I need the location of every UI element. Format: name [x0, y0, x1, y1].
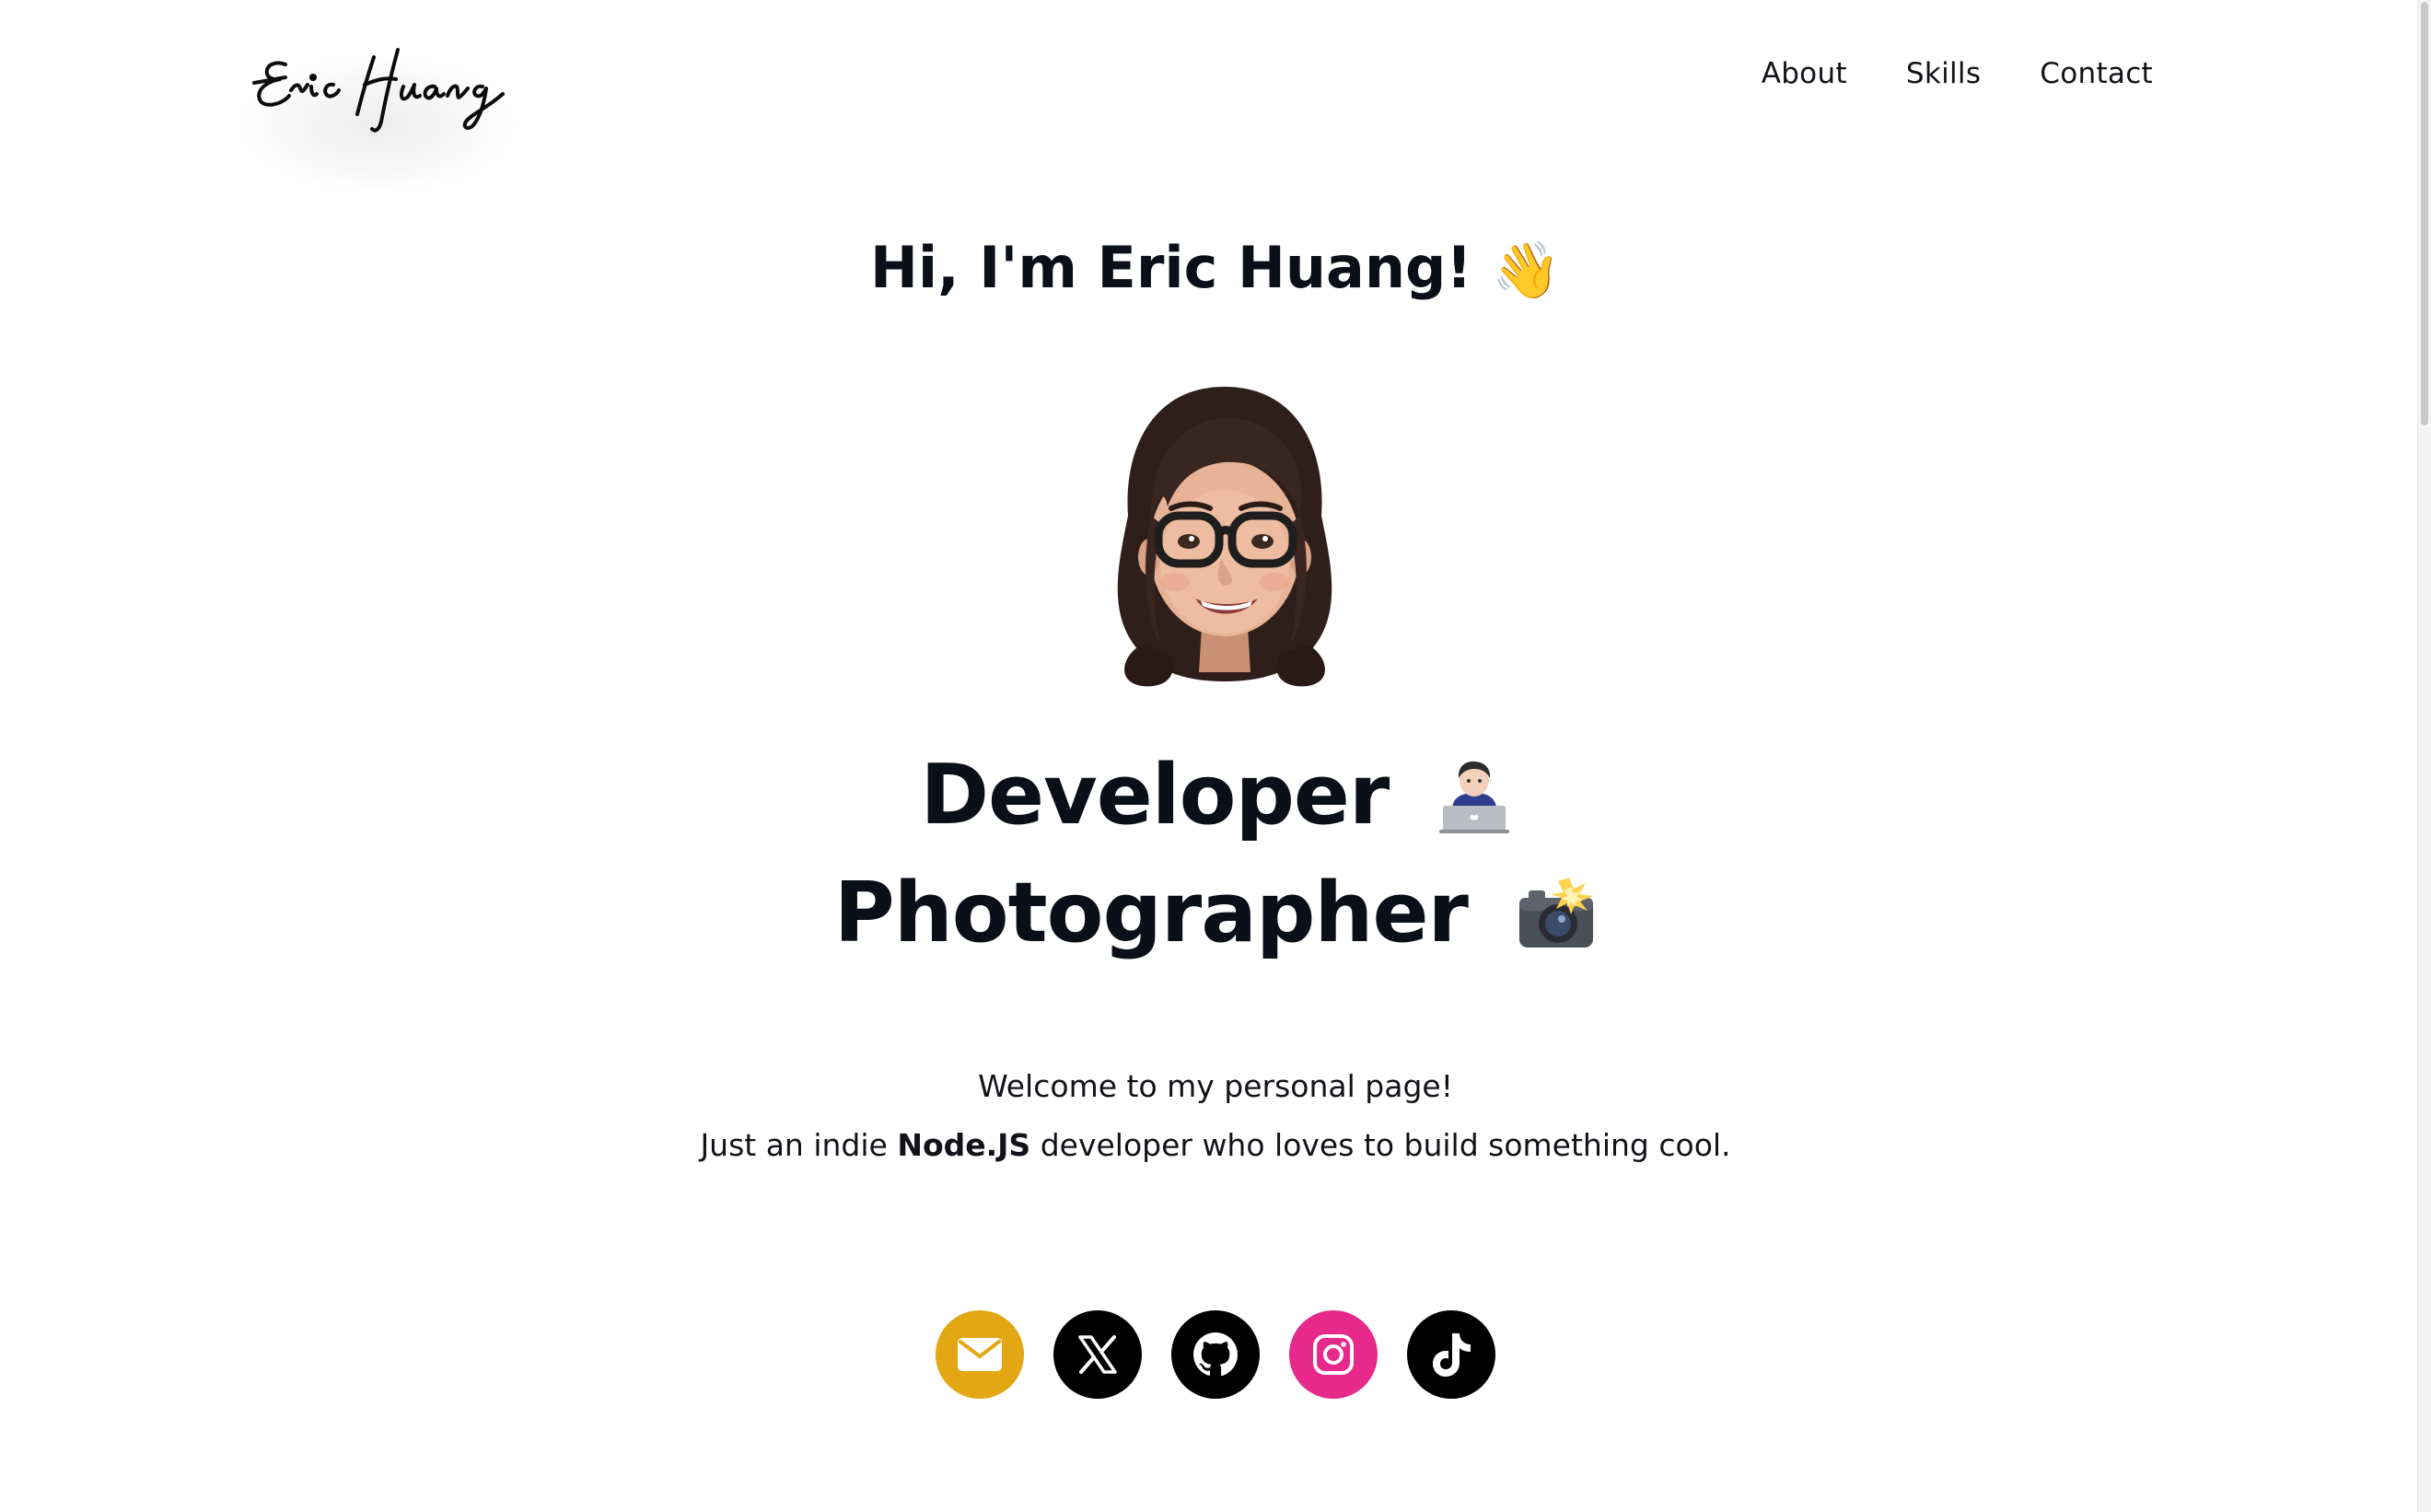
x-logo-icon	[1078, 1335, 1117, 1374]
technologist-laptop-icon	[1438, 761, 1509, 834]
github-button[interactable]	[1171, 1310, 1260, 1399]
site-logo[interactable]	[203, 18, 562, 221]
main-nav: About Skills Contact	[1762, 57, 2153, 90]
greeting-text: Hi, I'm Eric Huang!	[869, 234, 1472, 301]
intro-line-1: Welcome to my personal page!	[978, 1068, 1453, 1104]
camera-flash-icon	[1519, 878, 1594, 948]
email-button[interactable]	[936, 1310, 1024, 1399]
role-photographer-text: Photographer	[833, 865, 1469, 961]
social-links	[0, 1310, 2431, 1399]
role-developer: Developer	[0, 737, 2431, 855]
page: About Skills Contact Hi, I'm Eric Huang!…	[0, 0, 2431, 1512]
nav-about-link[interactable]: About	[1762, 57, 1847, 90]
envelope-icon	[958, 1338, 1002, 1371]
nav-skills-link[interactable]: Skills	[1906, 57, 1981, 90]
memoji-avatar-icon	[1117, 387, 1332, 687]
intro-node-js: Node.JS	[897, 1127, 1031, 1163]
intro-line-2-prefix: Just an indie	[700, 1127, 898, 1163]
tiktok-icon	[1433, 1333, 1471, 1377]
role-photographer: Photographer	[0, 855, 2431, 972]
scrollbar-thumb[interactable]	[2421, 2, 2428, 425]
waving-hand-icon: 👋	[1492, 238, 1561, 303]
intro-text: Welcome to my personal page! Just an ind…	[0, 1057, 2431, 1175]
roles-heading: Developer Photographer	[0, 737, 2431, 972]
github-icon	[1193, 1332, 1238, 1377]
tiktok-button[interactable]	[1407, 1310, 1495, 1399]
intro-line-2-suffix: developer who loves to build something c…	[1030, 1127, 1731, 1163]
instagram-button[interactable]	[1289, 1310, 1378, 1399]
nav-contact-link[interactable]: Contact	[2040, 57, 2153, 90]
greeting-heading: Hi, I'm Eric Huang! 👋	[0, 227, 2431, 312]
intro-line-2: Just an indie Node.JS developer who love…	[0, 1116, 2431, 1175]
role-developer-text: Developer	[920, 747, 1390, 843]
page-scrollbar[interactable]	[2417, 0, 2431, 1512]
signature-logo-icon	[252, 48, 505, 133]
instagram-icon	[1313, 1334, 1354, 1375]
x-button[interactable]	[1053, 1310, 1142, 1399]
